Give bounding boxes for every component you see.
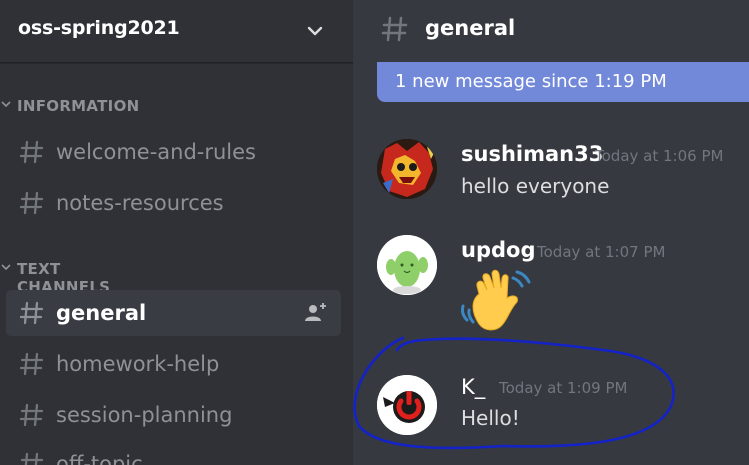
category-label: INFORMATION (17, 97, 140, 115)
message-author[interactable]: sushiman33 (461, 142, 603, 166)
message-author[interactable]: K_ (461, 375, 485, 399)
hash-icon (19, 352, 44, 376)
cactus-avatar (377, 235, 437, 295)
hash-icon (19, 191, 44, 215)
wave-emoji-icon (461, 269, 531, 331)
message-timestamp: Today at 1:06 PM (595, 147, 724, 165)
hash-icon (20, 452, 44, 465)
message-content: hello everyone (461, 174, 610, 198)
new-messages-bar[interactable]: 1 new message since 1:19 PM (377, 62, 749, 102)
channel-homework-help[interactable]: homework-help (6, 341, 341, 387)
channel-name: session-planning (56, 403, 233, 427)
message: sushiman33 Today at 1:06 PM hello everyo… (353, 136, 749, 206)
channel-sidebar: oss-spring2021 INFORMATION welcome-and-r… (0, 0, 353, 465)
avatar[interactable] (377, 139, 437, 199)
message: updog Today at 1:07 PM (353, 232, 749, 342)
channel-notes-resources[interactable]: notes-resources (6, 180, 341, 226)
hash-icon (19, 140, 44, 164)
channel-name: welcome-and-rules (56, 140, 257, 164)
channel-general[interactable]: general (6, 290, 341, 336)
channel-name: off-topic (56, 452, 143, 465)
add-member-icon[interactable] (304, 301, 328, 323)
red-character-avatar (377, 139, 437, 199)
chevron-down-icon (1, 101, 11, 108)
chevron-down-icon[interactable] (304, 20, 326, 42)
channel-name: notes-resources (56, 191, 224, 215)
avatar[interactable] (377, 235, 437, 295)
chevron-down-icon (1, 264, 11, 271)
hash-icon (19, 301, 44, 325)
channel-title: general (425, 16, 516, 40)
channel-name: general (56, 301, 147, 325)
message-timestamp: Today at 1:09 PM (499, 379, 628, 397)
message: K_ Today at 1:09 PM Hello! (353, 372, 749, 442)
hash-icon (19, 403, 44, 427)
message-content: Hello! (461, 406, 520, 430)
message-timestamp: Today at 1:07 PM (537, 243, 666, 261)
message-author[interactable]: updog (461, 238, 535, 262)
hash-icon (381, 16, 408, 42)
channel-name: homework-help (56, 352, 220, 376)
server-name: oss-spring2021 (18, 17, 180, 39)
new-messages-text: 1 new message since 1:19 PM (395, 71, 667, 92)
channel-off-topic[interactable]: off-topic (6, 441, 341, 465)
avatar[interactable] (377, 375, 437, 435)
server-header[interactable]: oss-spring2021 (0, 0, 353, 63)
channel-session-planning[interactable]: session-planning (6, 392, 341, 438)
channel-header: general (353, 0, 749, 62)
chat-area: general 1 new message since 1:19 PM sush… (353, 0, 749, 465)
channel-welcome-and-rules[interactable]: welcome-and-rules (6, 129, 341, 175)
power-button-avatar (377, 375, 437, 435)
